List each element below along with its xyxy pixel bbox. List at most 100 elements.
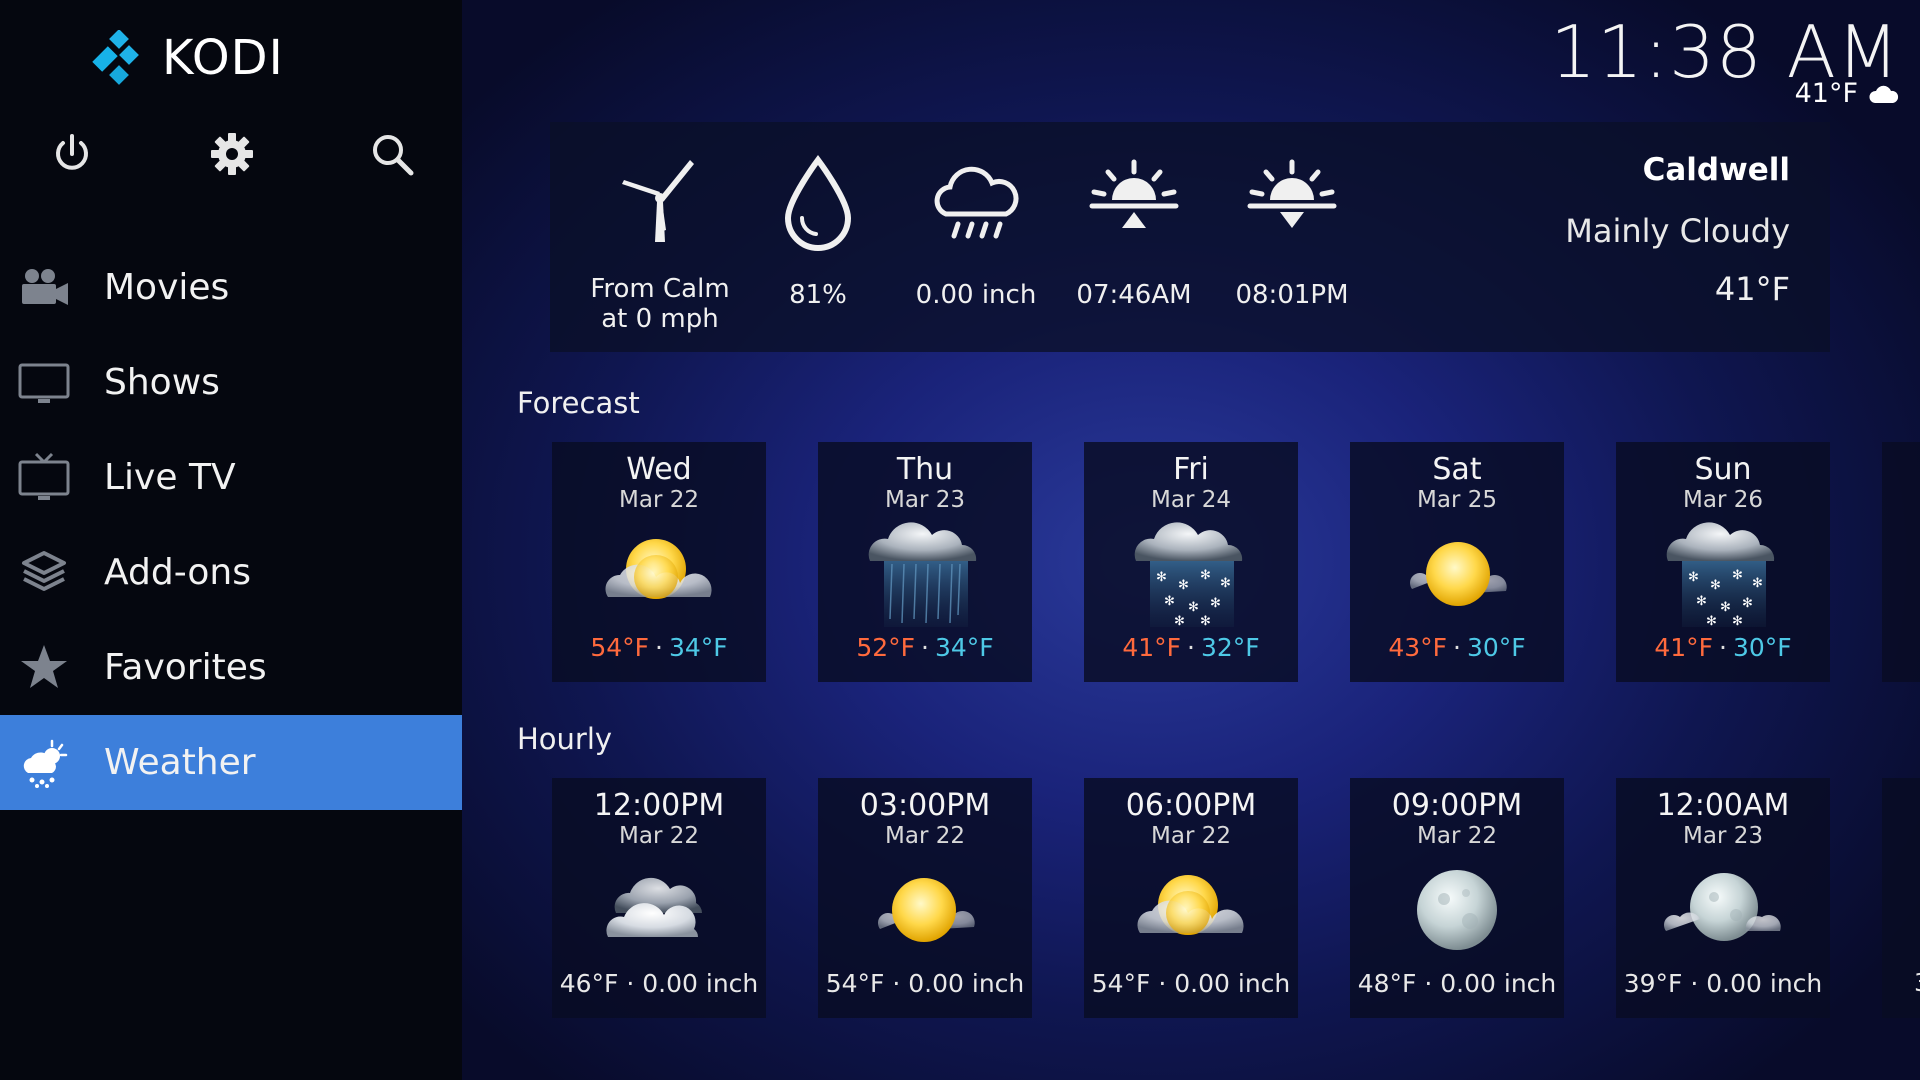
svg-text:✻: ✻ — [1732, 614, 1743, 629]
partly-sunny-icon — [605, 539, 712, 599]
rain-cloud-icon — [934, 166, 1019, 239]
power-icon[interactable] — [48, 130, 96, 178]
svg-text:✻: ✻ — [1156, 570, 1167, 585]
high-temp: 43°F — [1388, 633, 1448, 662]
tv-icon — [18, 363, 70, 403]
humidity-value: 81% — [789, 280, 847, 310]
hourly-date: Mar 22 — [619, 823, 699, 849]
wind-value: From Calm at 0 mph — [590, 274, 730, 334]
sunrise-condition: 07:46AM — [1054, 152, 1214, 310]
sunset-condition: 08:01PM — [1212, 152, 1372, 310]
forecast-card[interactable]: Sat Mar 25 43°F · 30°F — [1350, 442, 1564, 682]
sidebar-item-live-tv[interactable]: Live TV — [0, 430, 462, 525]
hourly-date: Mar 23 — [1683, 823, 1763, 849]
sidebar-item-label: Live TV — [104, 457, 236, 498]
hourly-time: 06:00PM — [1125, 788, 1257, 823]
current-conditions-panel: From Calm at 0 mph 81% 0.00 inch 07:46AM… — [550, 122, 1830, 352]
low-temp: 34°F — [934, 633, 994, 662]
hourly-card[interactable]: 09:00PM Mar 22 48°F · 0.00 inch — [1350, 778, 1564, 1018]
location-name: Caldwell — [1642, 152, 1790, 188]
hourly-card-partial[interactable]: 3 — [1882, 778, 1920, 1018]
sidebar-item-addons[interactable]: Add-ons — [0, 525, 462, 620]
svg-text:✻: ✻ — [1178, 578, 1189, 593]
hourly-title: Hourly — [517, 722, 613, 756]
humidity-drop-icon — [784, 154, 852, 251]
high-temp: 41°F — [1122, 633, 1182, 662]
hourly-card[interactable]: 06:00PM Mar 22 54°F · 0.00 inch — [1084, 778, 1298, 1018]
forecast-card-partial[interactable] — [1882, 442, 1920, 682]
kodi-logo[interactable]: KODI — [92, 30, 284, 86]
movie-camera-icon — [22, 269, 68, 305]
svg-text:✻: ✻ — [1188, 600, 1199, 615]
hourly-card[interactable]: 12:00PM Mar 22 46°F · 0.00 inch — [552, 778, 766, 1018]
hourly-summary: 54°F · 0.00 inch — [825, 969, 1025, 998]
moon-icon — [1417, 870, 1497, 950]
high-temp: 52°F — [856, 633, 916, 662]
sidebar-item-favorites[interactable]: Favorites — [0, 620, 462, 715]
hourly-date: Mar 22 — [1151, 823, 1231, 849]
forecast-date: Mar 25 — [1417, 487, 1497, 513]
sidebar-item-shows[interactable]: Shows — [0, 335, 462, 430]
humidity-condition: 81% — [738, 152, 898, 310]
kodi-logo-icon — [92, 30, 139, 85]
rain-icon — [868, 522, 977, 627]
snow-icon: ✻✻✻✻ ✻ ✻ ✻ ✻ ✻ — [1666, 522, 1775, 629]
addons-box-icon — [22, 551, 66, 591]
hourly-summary: 46°F · 0.00 inch — [559, 969, 759, 998]
clock-weather: 41°F — [1795, 78, 1900, 109]
forecast-card[interactable]: Sun Mar 26 ✻ ✻ ✻ ✻ ✻ ✻ ✻ ✻ ✻ 41°F · 30°F — [1616, 442, 1830, 682]
wind-condition: From Calm at 0 mph — [580, 152, 740, 334]
location-info: Caldwell Mainly Cloudy 41°F — [1565, 152, 1790, 308]
sidebar-item-movies[interactable]: Movies — [0, 240, 462, 335]
forecast-temps: 41°F · 32°F — [1122, 633, 1260, 662]
sidebar-item-label: Weather — [104, 742, 256, 783]
partly-sunny-icon — [1137, 875, 1244, 935]
forecast-list: Wed Mar 22 54°F · 34°F Thu Mar 23 52°F · 34°… — [552, 442, 1920, 682]
hourly-list: 12:00PM Mar 22 46°F · 0.00 inch 03:00PM … — [552, 778, 1920, 1018]
star-icon — [21, 645, 67, 688]
svg-text:✻: ✻ — [1164, 594, 1175, 609]
cloudy-icon — [606, 877, 702, 937]
clock-temp: 41°F — [1794, 78, 1858, 109]
hourly-date: Mar 22 — [885, 823, 965, 849]
forecast-temps: 54°F · 34°F — [590, 633, 728, 662]
svg-text:✻: ✻ — [1200, 568, 1211, 583]
cloud-icon — [1869, 85, 1899, 103]
app-name: KODI — [162, 30, 284, 86]
forecast-date: Mar 24 — [1151, 487, 1231, 513]
forecast-card[interactable]: Thu Mar 23 52°F · 34°F — [818, 442, 1032, 682]
live-tv-icon — [18, 452, 70, 500]
snow-icon: ✻✻✻✻ ✻ ✻ ✻ ✻ ✻ — [1134, 522, 1243, 629]
forecast-temps: 52°F · 34°F — [856, 633, 994, 662]
hourly-card[interactable]: 03:00PM Mar 22 54°F · 0.00 inch — [818, 778, 1032, 1018]
sunset-value: 08:01PM — [1235, 280, 1349, 310]
hourly-summary: 3 — [1882, 968, 1920, 997]
forecast-card[interactable]: Wed Mar 22 54°F · 34°F — [552, 442, 766, 682]
svg-text:✻: ✻ — [1742, 596, 1753, 611]
hourly-card[interactable]: 12:00AM Mar 23 39°F · 0.00 inch — [1616, 778, 1830, 1018]
forecast-date: Mar 22 — [619, 487, 699, 513]
current-temperature: 41°F — [1714, 270, 1790, 308]
svg-text:✻: ✻ — [1174, 614, 1185, 629]
condition-text: Mainly Cloudy — [1565, 212, 1790, 250]
wind-turbine-icon — [622, 160, 694, 242]
high-temp: 41°F — [1654, 633, 1714, 662]
svg-text:✻: ✻ — [1696, 594, 1707, 609]
search-icon[interactable] — [368, 130, 416, 178]
gear-icon[interactable] — [208, 130, 256, 178]
sidebar: KODI Movies Shows Live TV Add-ons Favori… — [0, 0, 462, 1080]
hourly-time: 12:00PM — [593, 788, 725, 823]
weather-icon — [23, 739, 68, 788]
forecast-card[interactable]: Fri Mar 24 ✻ ✻ ✻ ✻ ✻ ✻ ✻ ✻ ✻ 41°F · 32°F — [1084, 442, 1298, 682]
hourly-date: Mar 22 — [1417, 823, 1497, 849]
sidebar-item-label: Movies — [104, 267, 230, 308]
hourly-time: 12:00AM — [1656, 788, 1790, 823]
sidebar-item-weather[interactable]: Weather — [0, 715, 462, 810]
svg-text:✻: ✻ — [1688, 570, 1699, 585]
svg-text:✻: ✻ — [1720, 600, 1731, 615]
sidebar-nav: Movies Shows Live TV Add-ons Favorites W… — [0, 240, 462, 810]
low-temp: 30°F — [1732, 633, 1792, 662]
low-temp: 32°F — [1200, 633, 1260, 662]
hourly-summary: 48°F · 0.00 inch — [1357, 969, 1557, 998]
svg-text:✻: ✻ — [1752, 576, 1763, 591]
